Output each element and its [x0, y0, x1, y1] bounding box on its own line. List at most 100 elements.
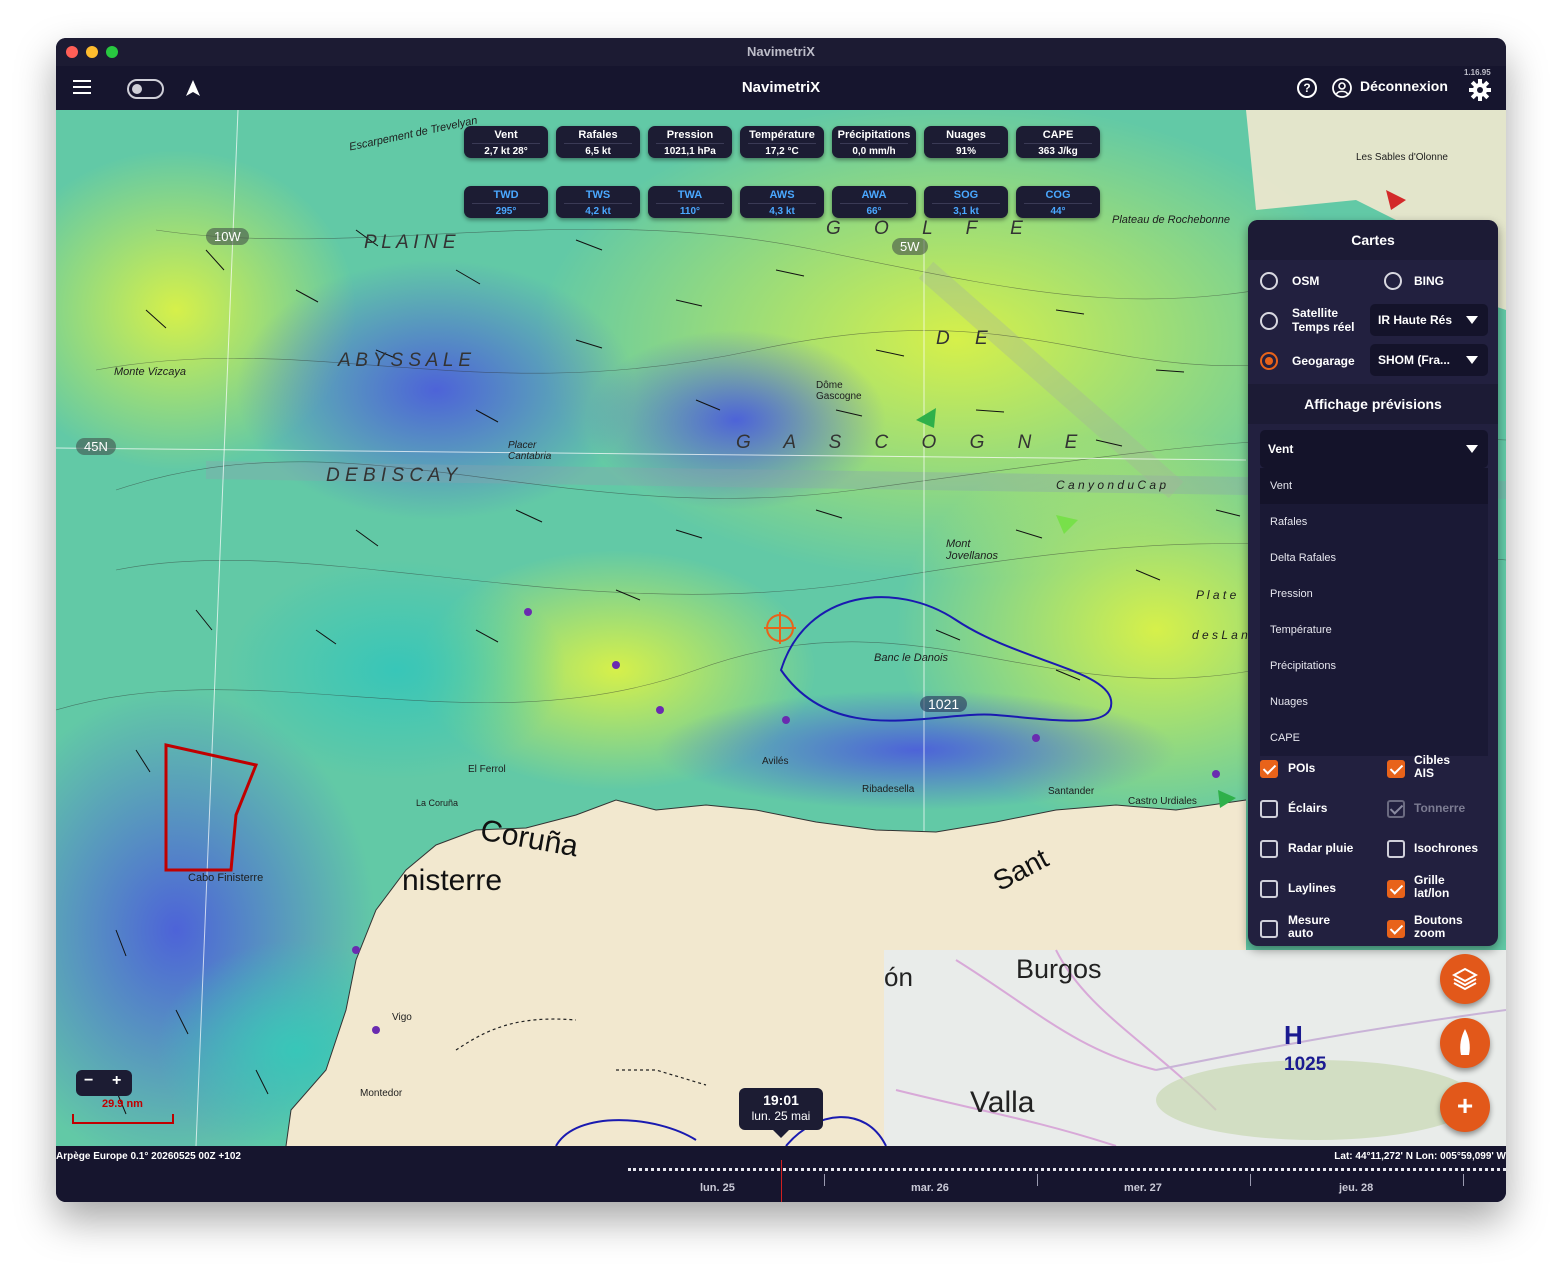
checkbox-cibles-ais[interactable]	[1387, 760, 1405, 778]
grille-latlon-label: Grille lat/lon	[1414, 873, 1450, 900]
hud-twd: TWD 295°	[464, 186, 548, 218]
checkbox-laylines[interactable]	[1260, 880, 1278, 898]
map-label-el-ferrol: El Ferrol	[468, 764, 506, 775]
boat-button[interactable]	[1440, 1018, 1490, 1068]
checkbox-grille-latlon[interactable]	[1387, 880, 1405, 898]
radio-geogarage[interactable]	[1260, 352, 1278, 370]
dropdown-option-vent[interactable]: Vent	[1260, 468, 1488, 504]
map-view[interactable]: 10W 5W 45N P L A I N E A B Y S S A L E D…	[56, 110, 1506, 1146]
theme-toggle[interactable]	[127, 79, 164, 99]
pois-label: POIs	[1288, 761, 1316, 775]
cursor-position: Lat: 44°11,272' N Lon: 005°59,099' W	[1334, 1151, 1506, 1162]
zoom-in-button[interactable]: +	[112, 1072, 121, 1090]
timeline-dots	[628, 1168, 1506, 1171]
scale-label: 29.9 nm	[102, 1098, 143, 1110]
zoom-out-button[interactable]: −	[84, 1072, 93, 1090]
forecast-title: Affichage prévisions	[1248, 384, 1498, 424]
timeline-tick	[1250, 1174, 1251, 1186]
timeline-tick	[824, 1174, 825, 1186]
lat-45n-label: 45N	[76, 438, 116, 455]
timeline[interactable]: lun. 25 mar. 26 mer. 27 jeu. 28	[56, 1160, 1506, 1202]
map-label-abyssale: A B Y S S A L E	[338, 350, 472, 371]
dropdown-option-temperature[interactable]: Température	[1260, 612, 1488, 648]
logout-label: Déconnexion	[1360, 78, 1448, 94]
chevron-down-icon	[1466, 445, 1478, 453]
map-label-monte-vizcaya: Monte Vizcaya	[114, 366, 186, 378]
close-window-button[interactable]	[66, 46, 78, 58]
radio-bing[interactable]	[1384, 272, 1402, 290]
timeline-cursor[interactable]	[781, 1160, 782, 1202]
map-label-valla: Valla	[970, 1086, 1035, 1119]
boutons-zoom-label: Boutons zoom	[1414, 913, 1463, 940]
geogarage-select[interactable]: SHOM (Fra...	[1370, 344, 1488, 376]
navigation-arrow-icon[interactable]	[186, 80, 200, 96]
map-label-on: ón	[884, 962, 913, 992]
hud-precipitations: Précipitations 0,0 mm/h	[832, 126, 916, 158]
hud-twa: TWA 110°	[648, 186, 732, 218]
map-label-placer: Placer Cantabria	[508, 440, 552, 462]
checkbox-radar-pluie[interactable]	[1260, 840, 1278, 858]
time-marker-time: 19:01	[763, 1092, 799, 1108]
chevron-down-icon	[1466, 356, 1478, 364]
checkbox-boutons-zoom[interactable]	[1387, 920, 1405, 938]
map-label-santander: Santander	[1048, 786, 1095, 797]
checkbox-mesure-auto[interactable]	[1260, 920, 1278, 938]
dropdown-option-cape[interactable]: CAPE	[1260, 720, 1488, 756]
checkbox-pois[interactable]	[1260, 760, 1278, 778]
map-label-vigo: Vigo	[392, 1012, 412, 1023]
timeline-day-label: mar. 26	[911, 1182, 949, 1194]
timeline-day-label: mer. 27	[1124, 1182, 1162, 1194]
tonnerre-label: Tonnerre	[1414, 801, 1466, 815]
map-label-des-lan: d e s L a n	[1192, 628, 1248, 642]
checkbox-eclairs[interactable]	[1260, 800, 1278, 818]
layers-icon	[1451, 967, 1479, 991]
time-marker[interactable]: 19:01 lun. 25 mai	[739, 1088, 823, 1138]
time-marker-date: lun. 25 mai	[751, 1109, 811, 1123]
map-label-les-sables: Les Sables d'Olonne	[1356, 152, 1448, 163]
radio-osm[interactable]	[1260, 272, 1278, 290]
dropdown-option-precipitations[interactable]: Précipitations	[1260, 648, 1488, 684]
layers-button[interactable]	[1440, 954, 1490, 1004]
satellite-select[interactable]: IR Haute Rés	[1370, 304, 1488, 336]
checkbox-isochrones[interactable]	[1387, 840, 1405, 858]
hud-tws: TWS 4,2 kt	[556, 186, 640, 218]
app-window: NavimetriX NavimetriX ? Déconnexion 1.16…	[56, 38, 1506, 1202]
checkbox-tonnerre	[1387, 800, 1405, 818]
map-label-la-coruna: La Coruña	[416, 798, 459, 808]
eclairs-label: Éclairs	[1288, 801, 1328, 815]
cibles-ais-label: Cibles AIS	[1414, 753, 1451, 780]
map-label-cabo-finisterre: Cabo Finisterre	[188, 872, 264, 884]
dropdown-option-rafales[interactable]: Rafales	[1260, 504, 1488, 540]
radio-satellite[interactable]	[1260, 312, 1278, 330]
dropdown-option-delta-rafales[interactable]: Delta Rafales	[1260, 540, 1488, 576]
add-button[interactable]: +	[1440, 1082, 1490, 1132]
settings-gear-icon[interactable]	[1469, 79, 1491, 101]
zoom-window-button[interactable]	[106, 46, 118, 58]
lon-10w-label: 10W	[206, 228, 249, 245]
map-label-aviles: Avilés	[762, 756, 789, 767]
satellite-label: Satellite Temps réel	[1292, 306, 1355, 334]
map-label-canyon: C a n y o n d u C a p	[1056, 478, 1167, 492]
bing-label: BING	[1414, 274, 1444, 288]
hud-vent: Vent 2,7 kt 28°	[464, 126, 548, 158]
user-icon	[1332, 78, 1352, 98]
model-info: Arpège Europe 0.1° 20260525 00Z +102	[56, 1151, 241, 1162]
zoom-controls: − +	[76, 1070, 132, 1096]
hud-rafales: Rafales 6,5 kt	[556, 126, 640, 158]
map-label-plateau: Plateau de Rochebonne	[1112, 214, 1231, 226]
timeline-day-label: jeu. 28	[1339, 1182, 1374, 1194]
map-label-banc-danois: Banc le Danois	[874, 652, 948, 664]
map-label-burgos: Burgos	[1016, 954, 1102, 984]
help-icon[interactable]: ?	[1297, 78, 1317, 98]
dropdown-option-pression[interactable]: Pression	[1260, 576, 1488, 612]
radar-pluie-label: Radar pluie	[1288, 841, 1354, 855]
minimize-window-button[interactable]	[86, 46, 98, 58]
timeline-day-label: lun. 25	[700, 1182, 735, 1194]
hamburger-menu-icon[interactable]	[73, 80, 91, 94]
map-label-castro: Castro Urdiales	[1128, 796, 1197, 807]
hud-sog: SOG 3,1 kt	[924, 186, 1008, 218]
dropdown-option-nuages[interactable]: Nuages	[1260, 684, 1488, 720]
timeline-tick	[1037, 1174, 1038, 1186]
forecast-select[interactable]: Vent	[1260, 430, 1488, 468]
boat-icon	[1460, 1029, 1470, 1055]
